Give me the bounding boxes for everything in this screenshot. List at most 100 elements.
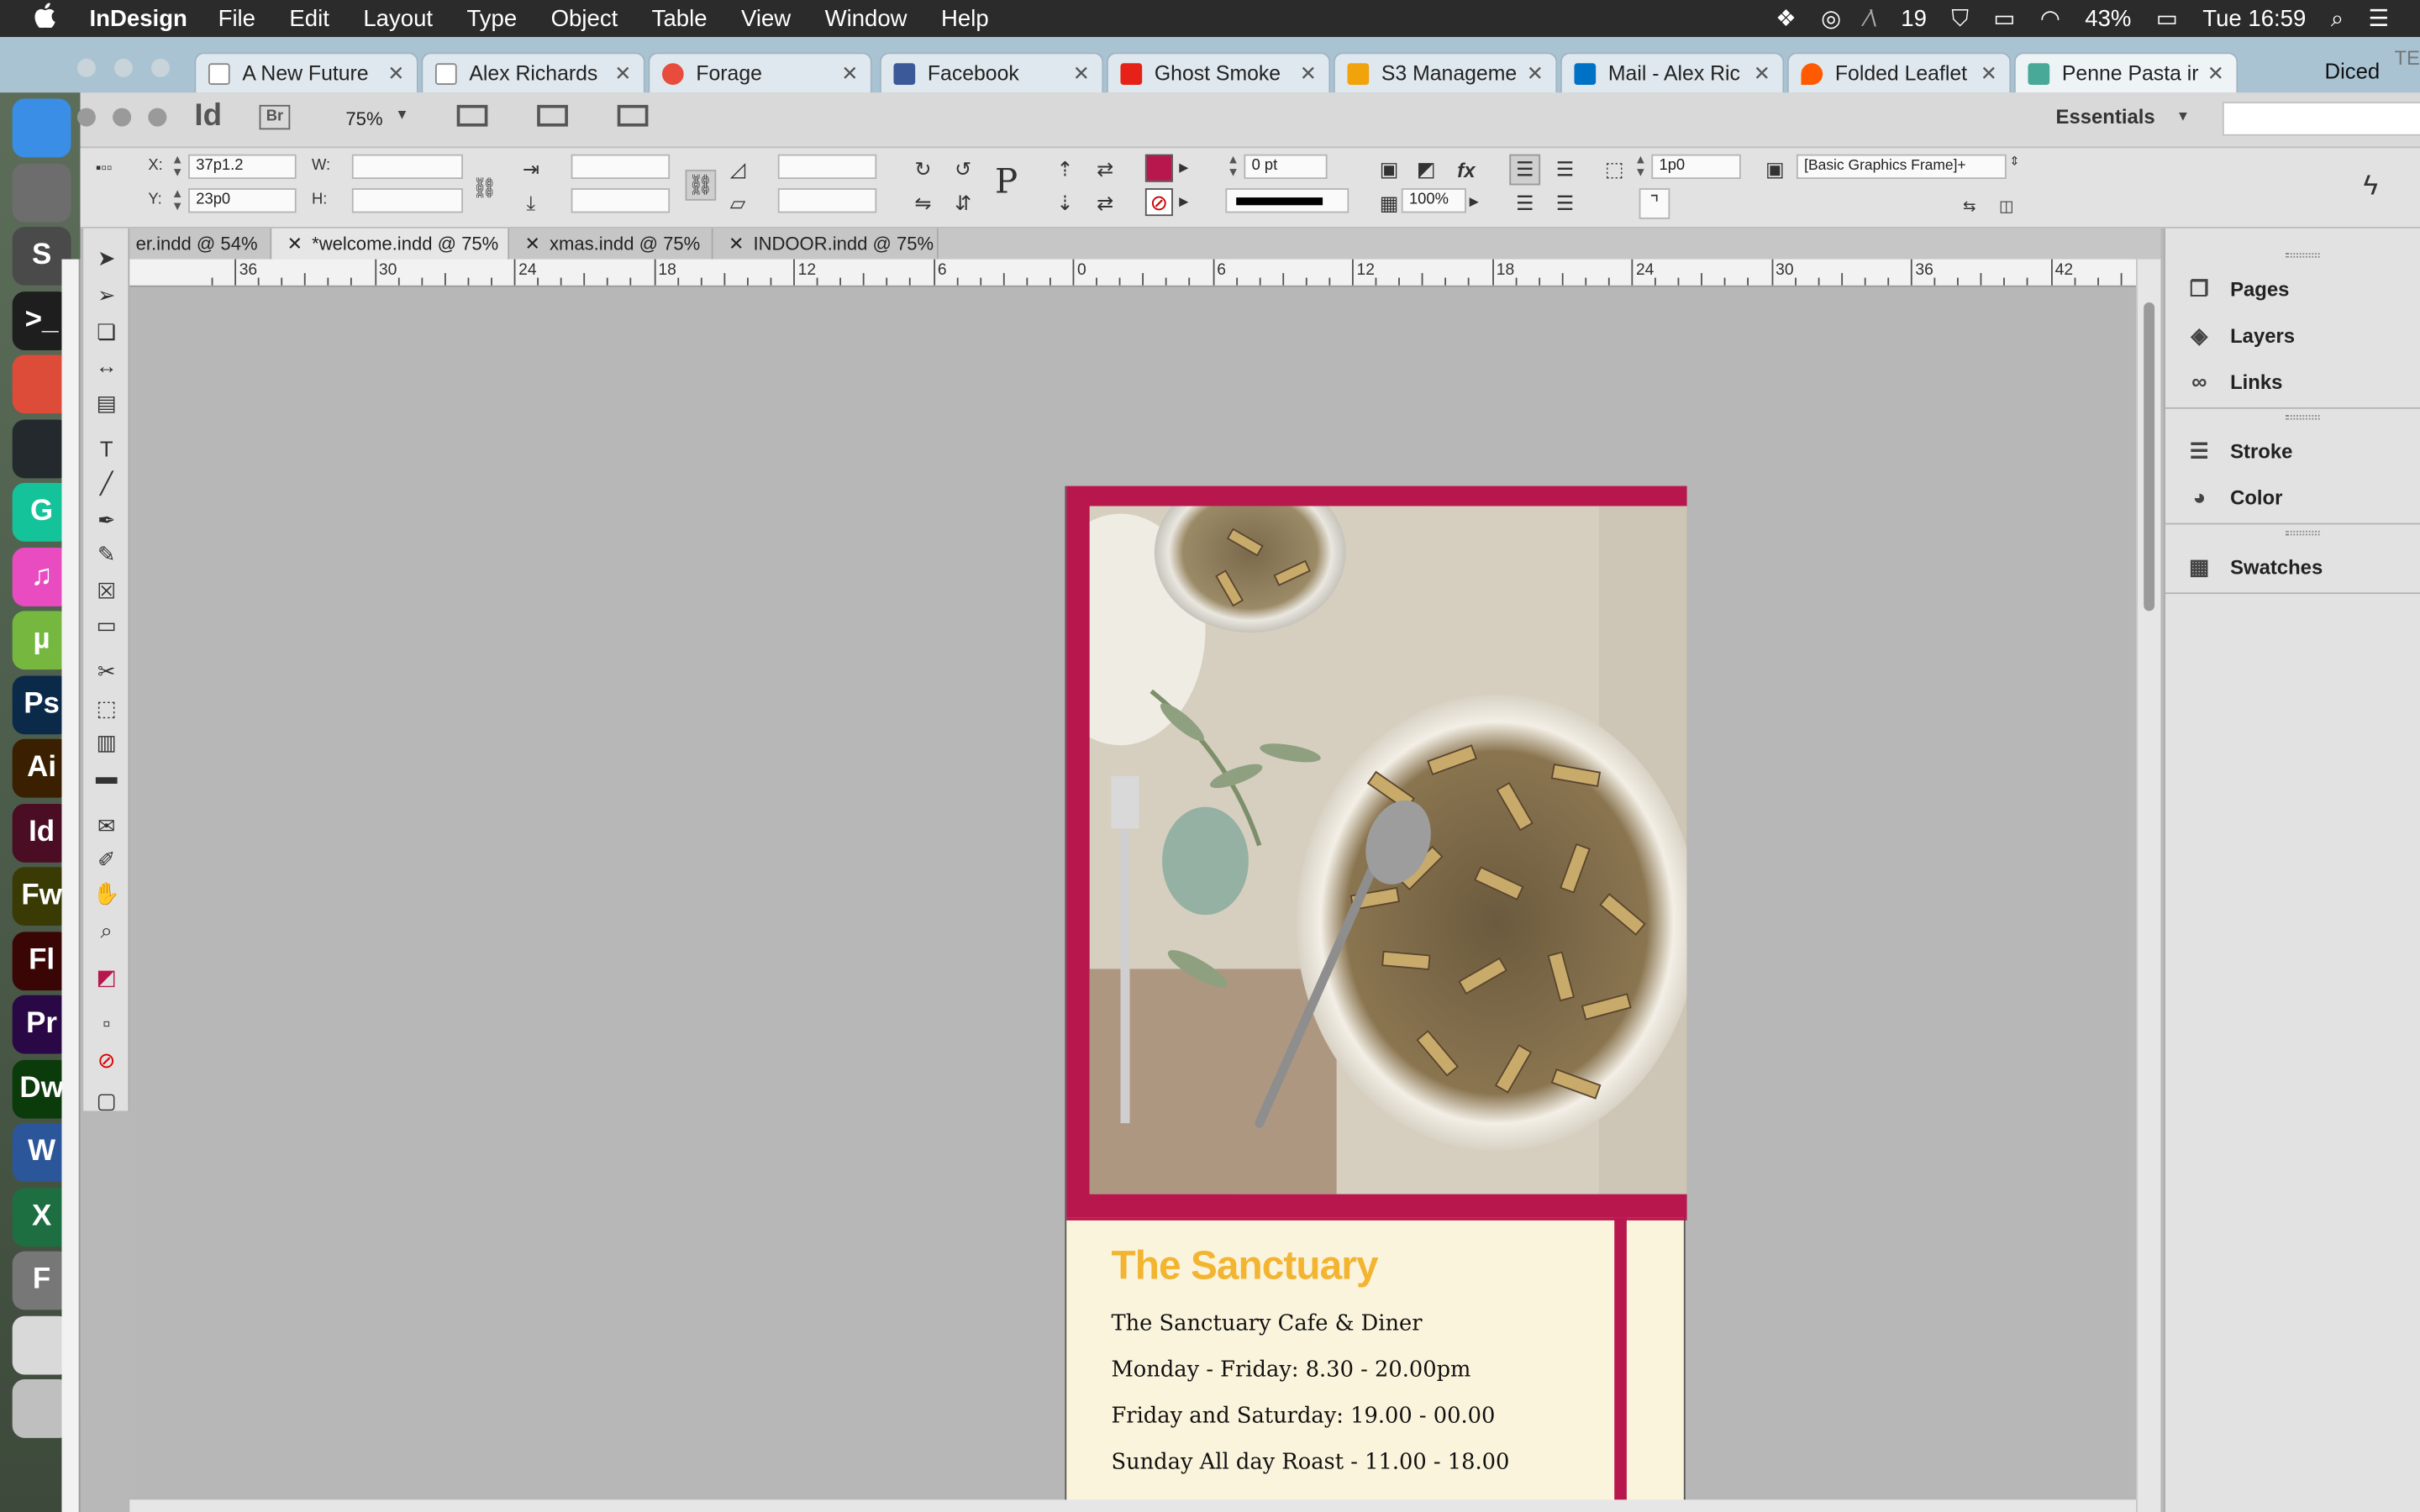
horizontal-scrollbar[interactable] (129, 1499, 2137, 1512)
constrain-scale-icon[interactable]: ⛓ (685, 170, 717, 201)
opacity-field[interactable]: 100% (1401, 188, 1466, 213)
text-wrap-none-icon[interactable]: ☰ (1509, 154, 1541, 186)
document-tab[interactable]: er.indd @ 54% (129, 228, 272, 260)
minimize-window-button[interactable] (113, 108, 132, 127)
scale-y-field[interactable] (571, 188, 671, 213)
apply-none-icon[interactable]: ⊘ (92, 1046, 120, 1074)
browser-tab[interactable]: A New Future ✕ (194, 52, 418, 93)
close-tab-icon[interactable]: ✕ (1981, 61, 1997, 86)
reference-point-icon[interactable]: ▪▫▫ (96, 160, 113, 177)
close-tab-icon[interactable]: ✕ (1754, 61, 1770, 86)
sync-icon[interactable]: ◎ (1821, 5, 1841, 32)
battery-icon[interactable]: ▭ (2156, 5, 2178, 32)
shear-angle-field[interactable] (777, 188, 877, 213)
gradient-feather-tool-icon[interactable]: ▬ (92, 762, 120, 790)
rectangle-tool-icon[interactable]: ▭ (92, 611, 120, 638)
chevron-right-icon[interactable]: ▶ (1470, 194, 1479, 208)
panel-grip[interactable] (2286, 530, 2320, 536)
close-window-button[interactable] (76, 58, 96, 77)
select-container-icon[interactable]: ⇡ (1050, 155, 1081, 186)
text-wrap-bounding-icon[interactable]: ☰ (1549, 155, 1581, 186)
view-options-icon[interactable] (456, 104, 488, 127)
battery-percent[interactable]: 43% (2085, 5, 2131, 31)
menu-file[interactable]: File (218, 5, 255, 31)
menu-help[interactable]: Help (941, 5, 989, 31)
document-tab[interactable]: ✕ INDOOR.indd @ 75% (713, 228, 939, 260)
stroke-type-select[interactable] (1225, 188, 1349, 213)
offset-field[interactable]: 1p0 (1651, 154, 1741, 180)
x-stepper[interactable]: ▲ ▼ (170, 154, 185, 179)
vertical-ruler[interactable] (61, 259, 81, 1512)
menu-object[interactable]: Object (551, 5, 618, 31)
close-tab-icon[interactable]: ✕ (614, 61, 631, 86)
minimize-window-button[interactable] (113, 58, 133, 77)
text-frame[interactable]: The Sanctuary The Sanctuary Cafe & Diner… (1111, 1242, 1605, 1497)
chevron-right-icon[interactable]: ▶ (1179, 160, 1188, 175)
swatches-panel-button[interactable]: ▦ Swatches (2184, 549, 2323, 583)
close-tab-icon[interactable]: ✕ (729, 233, 744, 255)
type-tool-icon[interactable]: T (92, 435, 120, 463)
chevron-right-icon[interactable]: ▶ (1179, 194, 1188, 208)
chevron-down-icon[interactable]: ⇕ (2009, 155, 2019, 169)
new-style-icon[interactable]: ◫ (1991, 192, 2022, 223)
close-tab-icon[interactable]: ✕ (524, 233, 539, 255)
shield-icon[interactable]: ⛉ (1951, 5, 1969, 31)
screen-mode-icon[interactable] (537, 104, 568, 127)
text-wrap-jump-icon[interactable]: ☰ (1549, 188, 1581, 219)
panel-grip[interactable] (2286, 253, 2320, 258)
height-field[interactable] (351, 188, 464, 213)
zoom-tool-icon[interactable]: ⌕ (92, 916, 120, 944)
auto-fit-icon[interactable]: ⬚ (1599, 155, 1630, 186)
screen-mode-icon[interactable]: ▢ (92, 1086, 120, 1114)
close-tab-icon[interactable]: ✕ (1300, 61, 1317, 86)
width-field[interactable] (351, 154, 464, 180)
clear-overrides-icon[interactable]: ⇆ (1954, 192, 1985, 223)
document-page[interactable]: The Sanctuary The Sanctuary Cafe & Diner… (1065, 486, 1687, 1512)
eyedropper-tool-icon[interactable]: ✐ (92, 846, 120, 874)
fill-stroke-swatch-icon[interactable]: ◩ (92, 963, 120, 990)
search-input[interactable] (2222, 102, 2420, 136)
scroll-thumb[interactable] (2144, 302, 2155, 612)
menu-table[interactable]: Table (652, 5, 708, 31)
lightning-icon[interactable]: ϟ (2355, 169, 2386, 201)
rotate-cw-icon[interactable]: ↻ (908, 155, 939, 186)
browser-tab[interactable]: Forage ✕ (648, 52, 872, 93)
rotation-angle-field[interactable] (777, 154, 877, 180)
links-panel-button[interactable]: ∞ Links (2184, 364, 2282, 397)
text-wrap-shape-icon[interactable]: ☰ (1509, 188, 1540, 219)
content-collector-icon[interactable]: ▤ (92, 389, 120, 417)
zoom-level-select[interactable]: 75% (345, 108, 382, 130)
notification-count[interactable]: 19 (1901, 5, 1927, 31)
system-preferences-icon[interactable] (12, 162, 71, 222)
y-position-field[interactable]: 23p0 (188, 188, 297, 213)
close-tab-icon[interactable]: ✕ (1527, 61, 1544, 86)
drop-shadow-icon[interactable]: ▣ (1374, 155, 1405, 186)
menu-edit[interactable]: Edit (289, 5, 329, 31)
line-tool-icon[interactable]: ╱ (92, 469, 120, 496)
effects-fx-icon[interactable]: fx (1451, 155, 1482, 186)
close-tab-icon[interactable]: ✕ (287, 233, 302, 255)
close-window-button[interactable] (76, 108, 96, 127)
browser-tab[interactable]: S3 Manageme ✕ (1333, 52, 1558, 93)
menu-view[interactable]: View (741, 5, 791, 31)
adobe-icon[interactable]: ⁄\ (1866, 5, 1876, 31)
graphics-frame[interactable] (1066, 486, 1687, 1218)
browser-tab[interactable]: Facebook ✕ (879, 52, 1104, 93)
selection-tool-icon[interactable]: ➤ (92, 244, 120, 271)
page-tool-icon[interactable]: ❏ (92, 318, 120, 345)
stroke-weight-stepper[interactable]: ▲ ▼ (1225, 154, 1240, 179)
object-style-select[interactable]: [Basic Graphics Frame]+ (1796, 154, 2007, 180)
browser-tab-active[interactable]: Penne Pasta ir ✕ (2013, 52, 2238, 93)
gap-tool-icon[interactable]: ↔ (92, 352, 120, 380)
menu-type[interactable]: Type (466, 5, 517, 31)
finder-icon[interactable] (12, 98, 71, 158)
select-content-icon[interactable]: ⇣ (1050, 188, 1081, 219)
close-tab-icon[interactable]: ✕ (387, 61, 404, 86)
browser-tab[interactable]: Folded Leaflet ✕ (1786, 52, 2012, 93)
airplay-icon[interactable]: ▭ (1993, 5, 2015, 32)
panel-grip[interactable] (2286, 415, 2320, 420)
offset-stepper[interactable]: ▲ ▼ (1633, 154, 1648, 179)
browser-tab[interactable]: Alex Richards ✕ (421, 52, 645, 93)
wifi-icon[interactable]: ◠ (2040, 5, 2060, 32)
horizontal-ruler[interactable]: 36 30 24 18 12 6 0 6 12 18 24 30 36 42 (129, 259, 2137, 287)
